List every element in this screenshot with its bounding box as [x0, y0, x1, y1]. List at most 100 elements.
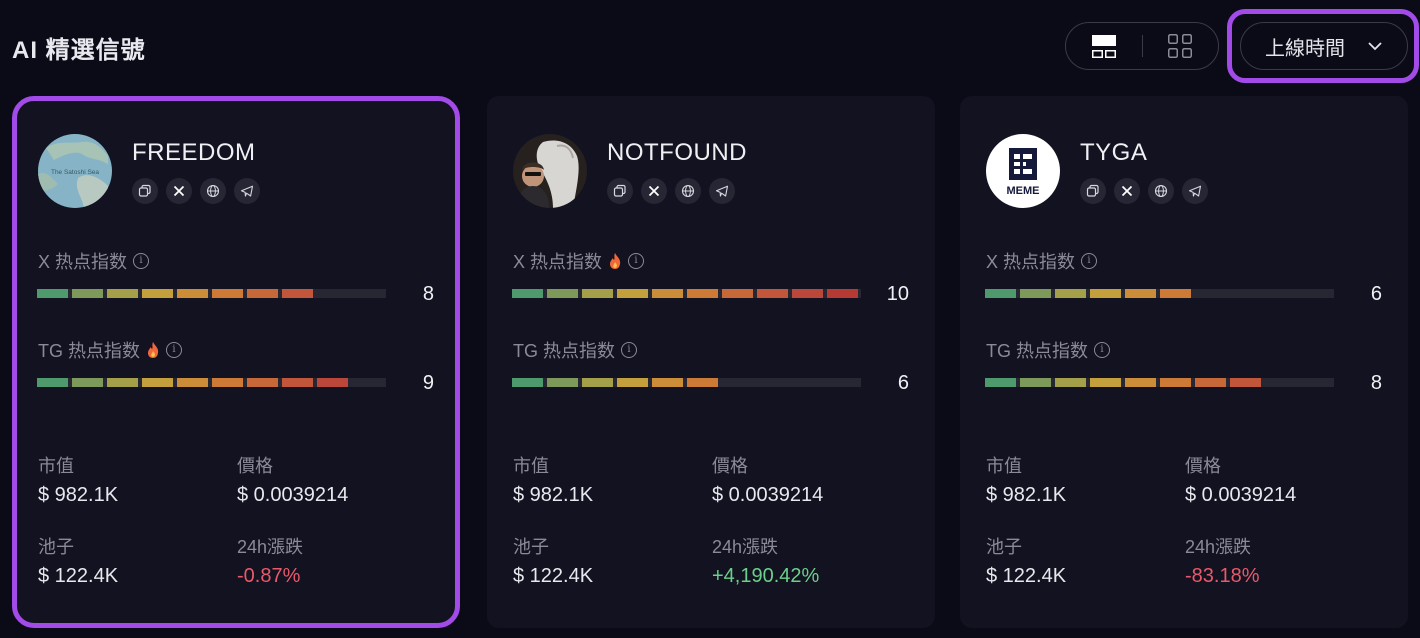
market-cap-value: $ 982.1K	[38, 484, 119, 506]
x-icon[interactable]	[1114, 178, 1140, 204]
info-icon[interactable]: i	[166, 342, 182, 358]
x-icon[interactable]	[166, 178, 192, 204]
social-links	[607, 178, 735, 204]
x-index-value: 10	[886, 283, 909, 305]
telegram-icon[interactable]	[234, 178, 260, 204]
token-name: TYGA	[1080, 139, 1148, 166]
change-24h-label: 24h漲跌	[1185, 537, 1252, 557]
bar-segment	[792, 378, 823, 387]
bar-segment	[282, 378, 313, 387]
bar-segment	[247, 378, 278, 387]
bar-segment	[652, 289, 683, 298]
x-icon[interactable]	[641, 178, 667, 204]
token-name: FREEDOM	[132, 139, 256, 166]
tg-index-text: TG 热点指数	[986, 341, 1088, 361]
info-icon[interactable]: i	[621, 342, 637, 358]
change-24h-value: -0.87%	[237, 565, 301, 587]
copy-icon[interactable]	[132, 178, 158, 204]
bar-segment	[282, 289, 313, 298]
bar-segment	[1230, 289, 1261, 298]
x-index-text: X 热点指数	[986, 252, 1076, 272]
x-index-label: X 热点指数 i	[513, 248, 645, 274]
avatar: MEME	[986, 134, 1060, 208]
bar-segment	[547, 378, 578, 387]
copy-icon[interactable]	[1080, 178, 1106, 204]
x-index-value: 8	[422, 283, 434, 305]
sort-dropdown[interactable]: 上線時間	[1240, 22, 1408, 70]
social-links	[1080, 178, 1208, 204]
tg-index-value: 8	[1370, 372, 1382, 394]
bar-segment	[107, 378, 138, 387]
bar-segment	[617, 378, 648, 387]
bar-segment	[142, 378, 173, 387]
x-index-text: X 热点指数	[513, 252, 603, 272]
pool-label: 池子	[986, 537, 1022, 557]
bar-segment	[1125, 289, 1156, 298]
bar-segment	[72, 378, 103, 387]
bar-segment	[757, 289, 788, 298]
copy-icon[interactable]	[607, 178, 633, 204]
bar-segment	[1090, 289, 1121, 298]
change-24h-value: -83.18%	[1185, 565, 1260, 587]
telegram-icon[interactable]	[709, 178, 735, 204]
tg-index-bar	[985, 378, 1334, 387]
x-index-value: 6	[1370, 283, 1382, 305]
change-24h-label: 24h漲跌	[712, 537, 779, 557]
avatar	[513, 134, 587, 208]
bar-segment	[687, 378, 718, 387]
bar-segment	[1160, 289, 1191, 298]
x-index-bar	[985, 289, 1334, 298]
bar-segment	[1230, 378, 1261, 387]
price-label: 價格	[712, 456, 748, 476]
market-cap-value: $ 982.1K	[986, 484, 1067, 506]
grid-view-button[interactable]	[1143, 23, 1219, 69]
bar-segment	[985, 378, 1016, 387]
tg-index-text: TG 热点指数	[38, 341, 140, 361]
bar-segment	[582, 289, 613, 298]
info-icon[interactable]: i	[133, 253, 150, 269]
bar-segment	[317, 289, 348, 298]
bar-segment	[1125, 378, 1156, 387]
bar-segment	[722, 378, 753, 387]
globe-icon[interactable]	[1148, 178, 1174, 204]
info-icon[interactable]: i	[1094, 342, 1110, 358]
change-24h-label: 24h漲跌	[237, 537, 304, 557]
market-cap-label: 市值	[513, 456, 549, 476]
sort-dropdown-label: 上線時間	[1265, 37, 1345, 60]
view-toggle	[1065, 22, 1219, 70]
pool-value: $ 122.4K	[38, 565, 119, 587]
page-title: AI 精選信號	[12, 37, 146, 64]
bar-segment	[687, 289, 718, 298]
tg-index-value: 9	[422, 372, 434, 394]
tg-index-text: TG 热点指数	[513, 341, 615, 361]
tg-index-label: TG 热点指数 i	[986, 337, 1110, 363]
bar-segment	[142, 289, 173, 298]
bar-segment	[512, 289, 543, 298]
token-card[interactable]: The Satoshi Sea FREEDOM X 热点指数 i 8 TG 热点指数 i 9 市…	[12, 96, 460, 628]
token-card[interactable]: NOTFOUND X 热点指数 i 10 TG 热点指数 i 6 市值 $ 982.1K 價格 $ …	[487, 96, 935, 628]
pool-value: $ 122.4K	[986, 565, 1067, 587]
bar-segment	[1055, 289, 1086, 298]
bar-segment	[212, 289, 243, 298]
tg-index-label: TG 热点指数 i	[38, 337, 182, 363]
avatar: The Satoshi Sea	[38, 134, 112, 208]
fire-icon	[148, 342, 159, 358]
bar-segment	[985, 289, 1016, 298]
list-view-button[interactable]	[1066, 23, 1142, 69]
info-icon[interactable]: i	[628, 253, 645, 269]
info-icon[interactable]: i	[1081, 253, 1098, 269]
telegram-icon[interactable]	[1182, 178, 1208, 204]
market-cap-value: $ 982.1K	[513, 484, 594, 506]
avatar-text: The Satoshi Sea	[51, 169, 99, 176]
bar-segment	[582, 378, 613, 387]
list-view-icon	[1091, 35, 1116, 58]
price-value: $ 0.0039214	[712, 484, 824, 506]
market-cap-label: 市值	[986, 456, 1022, 476]
globe-icon[interactable]	[200, 178, 226, 204]
tg-index-bar	[512, 378, 861, 387]
globe-icon[interactable]	[675, 178, 701, 204]
price-label: 價格	[1185, 456, 1221, 476]
token-card[interactable]: MEME TYGA X 热点指数 i 6 TG 热点指数 i 8 市值 $ 982.1K 價格 $ 0…	[960, 96, 1408, 628]
bar-segment	[547, 289, 578, 298]
pool-value: $ 122.4K	[513, 565, 594, 587]
